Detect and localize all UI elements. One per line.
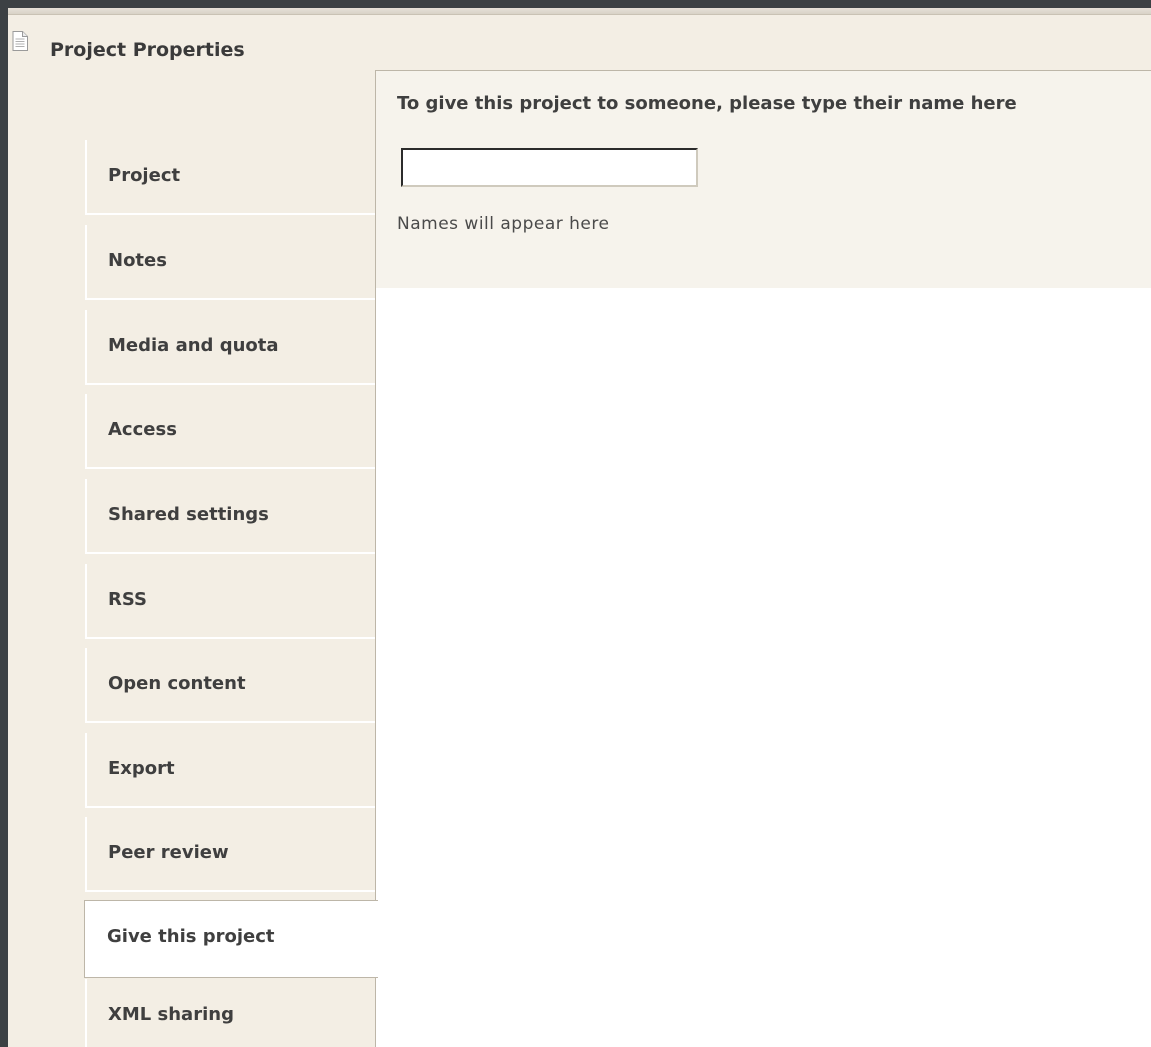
tab-rss[interactable]: RSS: [85, 564, 375, 639]
tab-shared-settings[interactable]: Shared settings: [85, 479, 375, 554]
tab-access[interactable]: Access: [85, 394, 375, 469]
tab-open-content[interactable]: Open content: [85, 648, 375, 723]
tab-label: Give this project: [107, 926, 275, 947]
tab-label: Media and quota: [108, 335, 279, 356]
tab-label: XML sharing: [108, 1004, 234, 1025]
document-icon: [12, 31, 28, 51]
tab-xml-sharing[interactable]: XML sharing: [85, 979, 375, 1047]
tab-label: Open content: [108, 673, 246, 694]
recipient-name-input[interactable]: [401, 148, 698, 187]
tab-peer-review[interactable]: Peer review: [85, 817, 375, 892]
top-divider: [8, 8, 1151, 15]
panel-body: [376, 288, 1151, 1047]
title-bar: Project Properties: [8, 15, 1151, 65]
tab-export[interactable]: Export: [85, 733, 375, 808]
tab-label: Export: [108, 758, 175, 779]
tab-label: Peer review: [108, 842, 229, 863]
tab-label: Project: [108, 165, 181, 186]
give-project-heading: To give this project to someone, please …: [397, 93, 1017, 114]
tab-project[interactable]: Project: [85, 140, 375, 215]
window-title: Project Properties: [50, 39, 245, 61]
give-project-panel: To give this project to someone, please …: [376, 71, 1151, 288]
tab-label: RSS: [108, 589, 147, 610]
tab-label: Access: [108, 419, 177, 440]
tab-label: Shared settings: [108, 504, 269, 525]
tab-media-and-quota[interactable]: Media and quota: [85, 310, 375, 385]
names-results-hint: Names will appear here: [397, 214, 610, 234]
tab-label: Notes: [108, 250, 167, 271]
project-properties-window: Project Properties Project Notes Media a…: [8, 8, 1151, 1047]
tab-notes[interactable]: Notes: [85, 225, 375, 300]
tab-give-this-project[interactable]: Give this project: [84, 900, 378, 978]
